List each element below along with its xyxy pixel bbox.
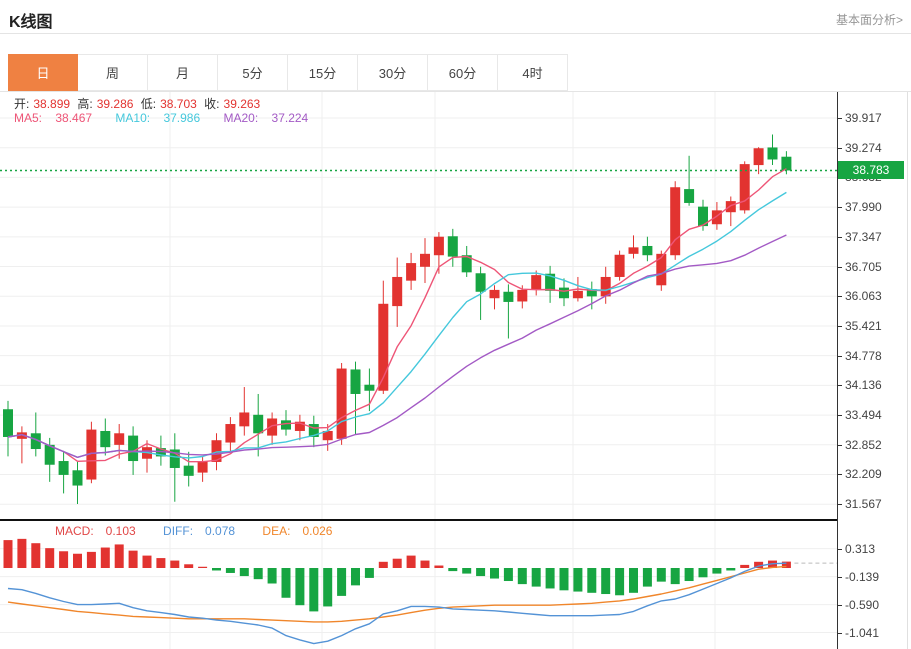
page-title: K线图 [9,8,53,32]
axis-tick-label: 32.852 [845,438,905,452]
ma5-legend: MA5: 38.467 [14,111,102,125]
tab-60min[interactable]: 60分 [428,54,498,91]
interval-tabbar: 日周月5分15分30分60分4时 [8,54,568,91]
axis-tick-label: 31.567 [845,497,905,511]
diff-value: DIFF:0.078 [163,524,247,538]
fundamental-analysis-link[interactable]: 基本面分析> [836,11,903,28]
axis-tick-mark [837,296,842,297]
tab-15min[interactable]: 15分 [288,54,358,91]
axis-tick-mark [837,207,842,208]
macd-chart[interactable] [0,521,837,649]
current-price-badge: 38.783 [838,161,904,179]
axis-tick-label: 37.990 [845,200,905,214]
axis-tick-mark [837,504,842,505]
high-label: 高: [77,97,92,111]
axis-tick-mark [837,445,842,446]
macd-value: MACD:0.103 [55,524,148,538]
axis-tick-label: 34.136 [845,378,905,392]
tab-month[interactable]: 月 [148,54,218,91]
axis-tick-mark [837,356,842,357]
axis-tick-label: 36.063 [845,289,905,303]
axis-tick-label: -0.590 [845,598,905,612]
axis-tick-mark [837,577,842,578]
axis-tick-mark [837,385,842,386]
axis-tick-mark [837,605,842,606]
axis-tick-mark [837,633,842,634]
open-label: 开: [14,97,29,111]
tab-5min[interactable]: 5分 [218,54,288,91]
macd-pane[interactable]: MACD:0.103 DIFF:0.078 DEA:0.026 [0,521,837,649]
axis-tick-mark [837,415,842,416]
axis-tick-mark [837,237,842,238]
tab-week[interactable]: 周 [78,54,148,91]
low-value: 38.703 [160,97,197,111]
axis-tick-label: 39.274 [845,141,905,155]
axis-tick-mark [837,549,842,550]
axis-tick-mark [837,118,842,119]
dea-value: DEA:0.026 [262,524,344,538]
axis-tick-mark [837,148,842,149]
open-value: 38.899 [33,97,70,111]
right-edge-line [907,92,908,649]
candlestick-chart[interactable] [0,92,837,519]
tab-30min[interactable]: 30分 [358,54,428,91]
ma-legend: MA5: 38.467 MA10: 37.986 MA20: 37.224 [14,111,328,125]
tab-day[interactable]: 日 [8,54,78,91]
macd-legend: MACD:0.103 DIFF:0.078 DEA:0.026 [55,524,356,538]
tab-4hour[interactable]: 4时 [498,54,568,91]
axis-tick-label: 37.347 [845,230,905,244]
low-label: 低: [141,97,156,111]
axis-tick-label: 33.494 [845,408,905,422]
kline-page: { "header": { "title": "K线图", "link": "基… [0,0,911,649]
ohlc-legend: 开: 38.899 高: 39.286 低: 38.703 收: 39.263 [14,95,264,112]
axis-tick-label: 0.313 [845,542,905,556]
candlestick-pane[interactable]: 开: 38.899 高: 39.286 低: 38.703 收: 39.263 MA5:… [0,92,837,519]
page-header: K线图 基本面分析> [0,0,911,34]
ma20-legend: MA20: 37.224 [223,111,318,125]
close-label: 收: [204,97,219,111]
axis-tick-label: 34.778 [845,349,905,363]
high-value: 39.286 [97,97,134,111]
axis-tick-label: -1.041 [845,626,905,640]
axis-tick-label: 35.421 [845,319,905,333]
axis-tick-label: 32.209 [845,467,905,481]
close-value: 39.263 [224,97,261,111]
axis-tick-mark [837,474,842,475]
axis-tick-label: 39.917 [845,111,905,125]
ma10-legend: MA10: 37.986 [115,111,210,125]
axis-tick-label: -0.139 [845,570,905,584]
axis-tick-label: 36.705 [845,260,905,274]
axis-tick-mark [837,326,842,327]
axis-tick-mark [837,267,842,268]
